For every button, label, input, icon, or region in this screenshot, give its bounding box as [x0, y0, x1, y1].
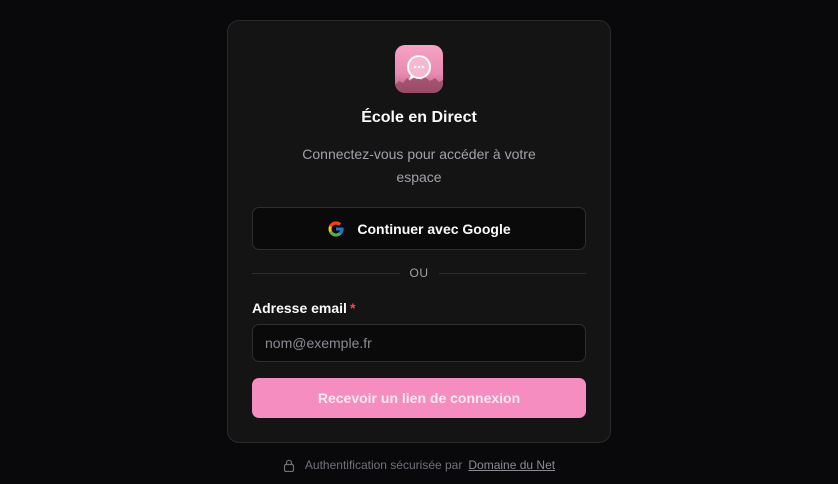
- or-divider: OU: [252, 265, 586, 281]
- app-subtitle: Connectez-vous pour accéder à votre espa…: [302, 146, 536, 185]
- email-label: Adresse email *: [252, 300, 355, 316]
- divider-text: OU: [409, 266, 429, 280]
- email-label-text: Adresse email: [252, 300, 347, 316]
- app-title: École en Direct: [361, 109, 477, 126]
- provider-link[interactable]: Domaine du Net: [468, 458, 555, 472]
- email-input[interactable]: [252, 324, 586, 362]
- google-signin-label: Continuer avec Google: [357, 220, 511, 237]
- login-card: École en Direct Connectez-vous pour accé…: [227, 20, 611, 443]
- divider-line-right: [438, 272, 586, 274]
- footer-text: Authentification sécurisée par: [304, 458, 463, 472]
- google-signin-button[interactable]: Continuer avec Google: [252, 207, 586, 250]
- lock-icon: [283, 459, 295, 472]
- send-login-link-button[interactable]: Recevoir un lien de connexion: [252, 378, 586, 418]
- divider-line-left: [252, 272, 400, 274]
- required-marker: *: [349, 300, 356, 316]
- chat-bubble-logo-icon: [395, 45, 443, 93]
- google-icon: [327, 220, 345, 238]
- footer: Authentification sécurisée par Domaine d…: [0, 458, 838, 472]
